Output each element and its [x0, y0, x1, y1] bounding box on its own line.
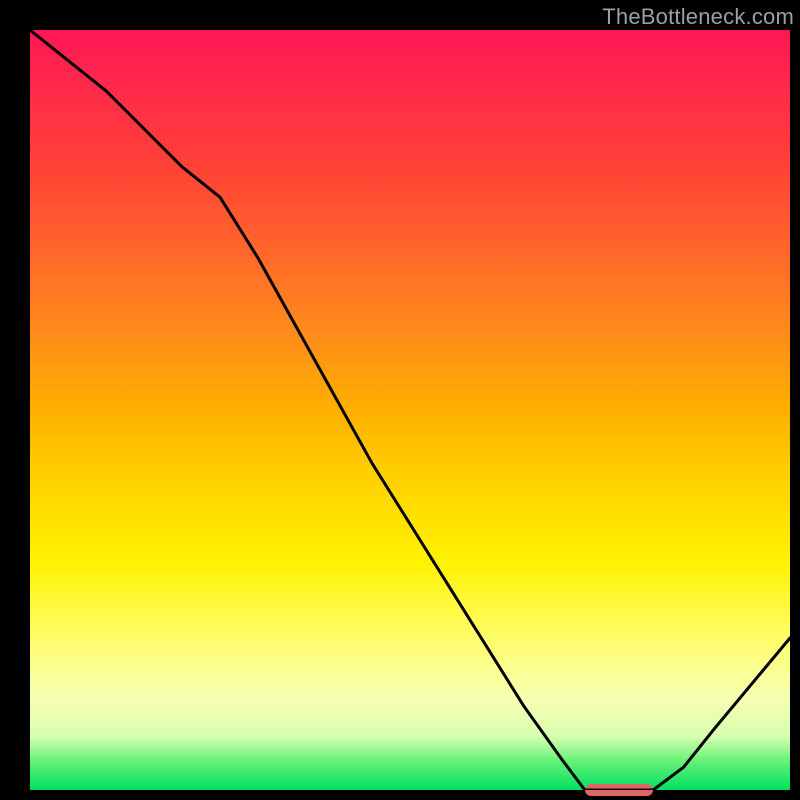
bottleneck-curve	[30, 30, 790, 790]
curve-svg	[30, 30, 790, 790]
plot-area	[30, 30, 790, 790]
minimum-marker	[585, 784, 653, 796]
chart-container: TheBottleneck.com	[0, 0, 800, 800]
watermark-text: TheBottleneck.com	[602, 4, 794, 30]
